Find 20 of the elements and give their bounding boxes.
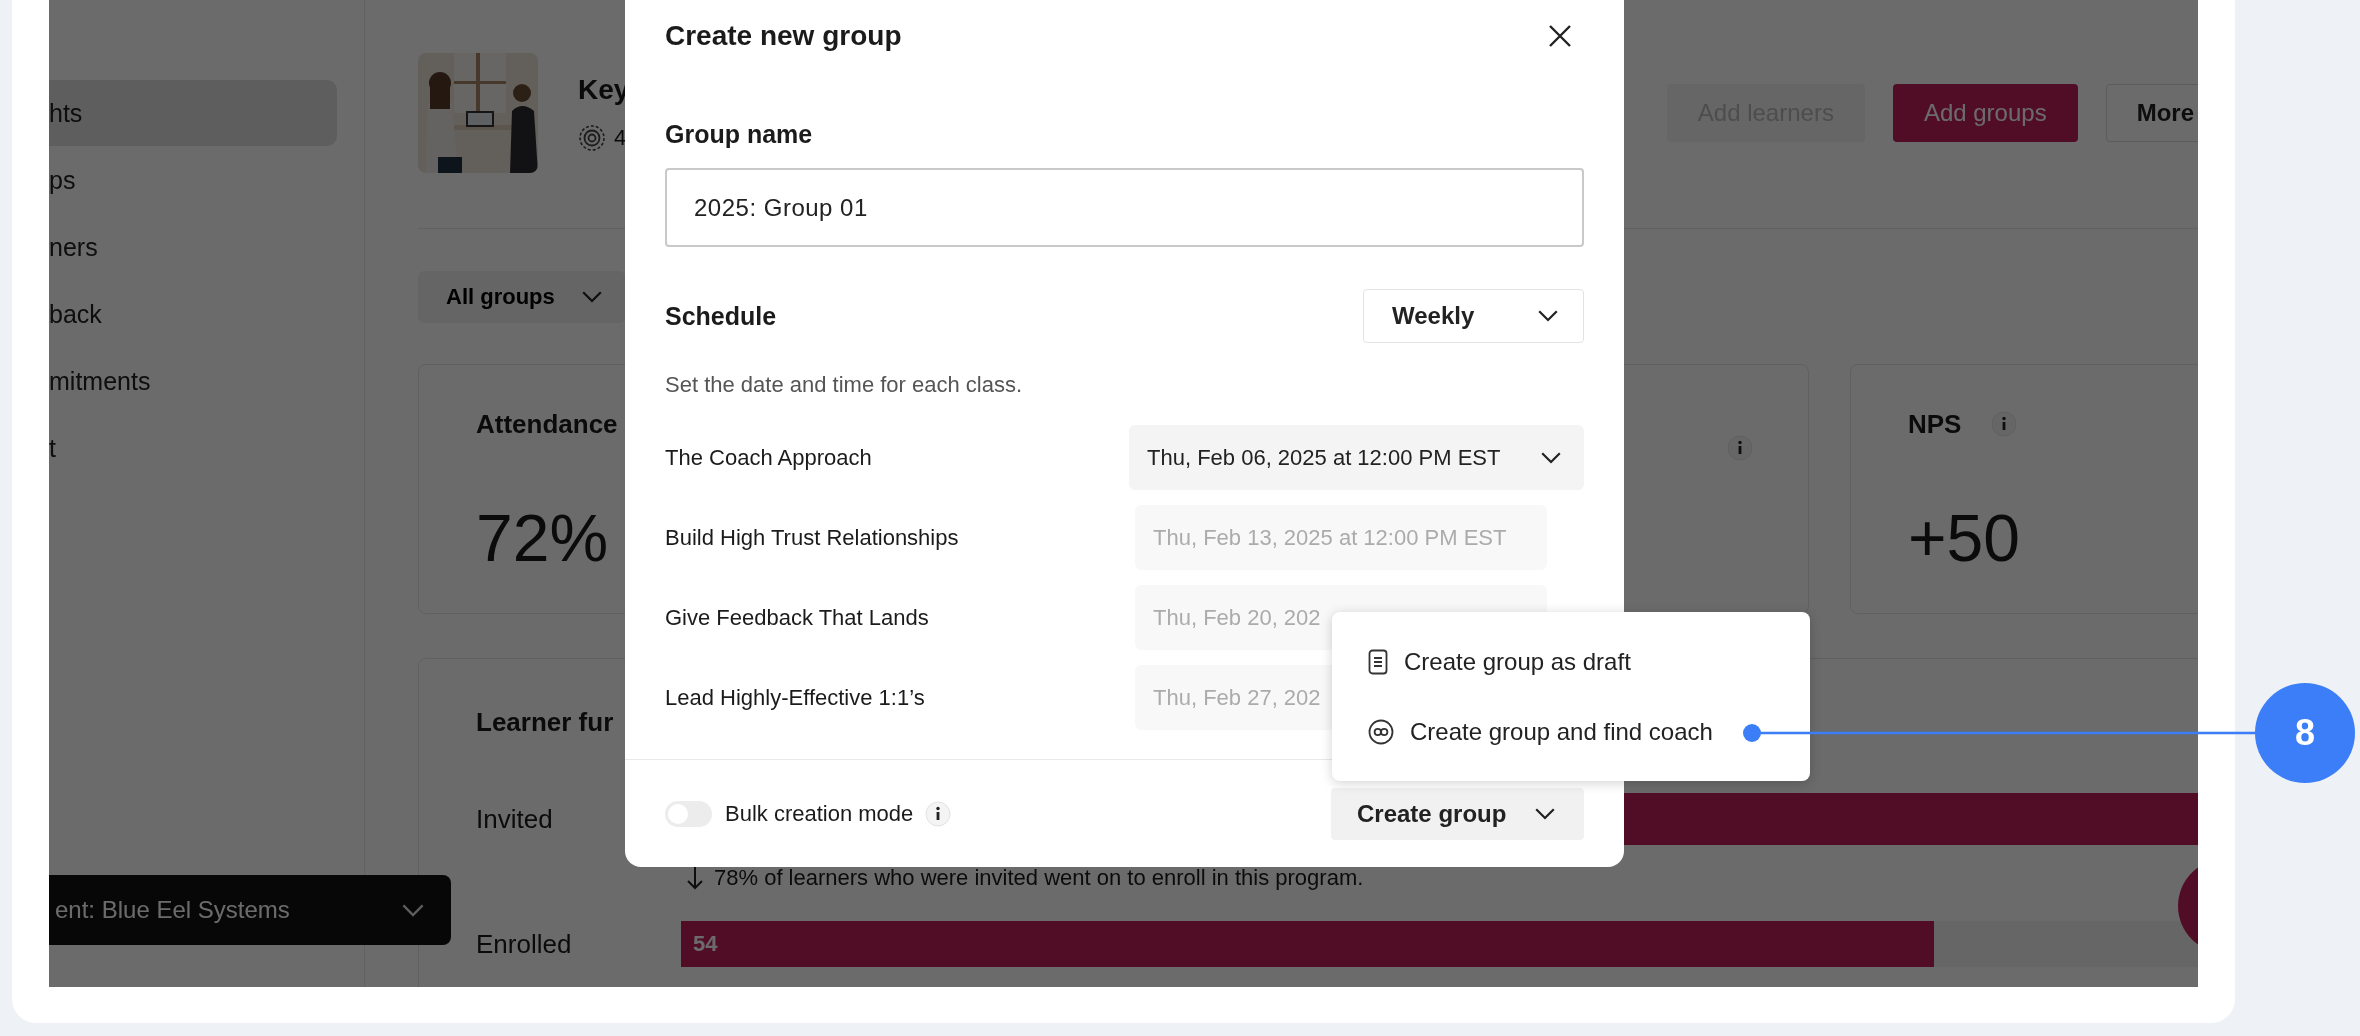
class-name: The Coach Approach: [665, 444, 872, 471]
class-name: Give Feedback That Lands: [665, 604, 929, 631]
stage-label: Enrolled: [476, 928, 573, 960]
stage-label: Invited: [476, 803, 554, 835]
dialog-title: Create new group: [665, 20, 902, 52]
funnel-note: 78% of learners who were invited went on to enroll in this program.: [714, 865, 1364, 891]
funnel-title: Learner fur: [476, 707, 614, 738]
metric-value: +50: [1908, 500, 2020, 576]
section-label: Schedule: [665, 301, 777, 331]
metric-title: Attendance: [476, 408, 618, 440]
field-label: Group name: [665, 119, 814, 149]
class-name: Lead Highly-Effective 1:1’s: [665, 684, 925, 711]
schedule-hint: Set the date and time for each class.: [665, 372, 1024, 398]
toggle-label: Bulk creation mode: [725, 800, 914, 827]
metric-value: 72%: [476, 500, 609, 576]
class-name: Build High Trust Relationships: [665, 524, 959, 551]
callout-badge: 8: [2255, 683, 2355, 783]
funnel-bar: 54: [681, 921, 1934, 967]
meta-text: 4: [614, 125, 627, 151]
metric-title: NPS: [1908, 408, 1962, 440]
